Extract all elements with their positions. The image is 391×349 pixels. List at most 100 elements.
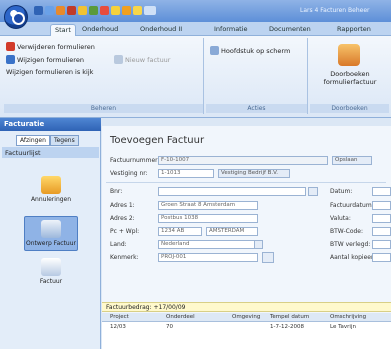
group-acties: Hoofdstuk op scherm Acties bbox=[206, 38, 308, 114]
doorboeken-icon[interactable] bbox=[338, 44, 360, 66]
tab-informatie[interactable]: Informatie bbox=[210, 24, 252, 36]
form-action-button[interactable]: Opslaan bbox=[332, 156, 372, 165]
column-header[interactable]: Tempel datum bbox=[270, 314, 309, 320]
nav-tabs: Afzingen Tegens bbox=[16, 135, 79, 146]
tab-onderhoud-ii[interactable]: Onderhoud II bbox=[136, 24, 186, 36]
view-form-button[interactable]: Wijzigen formulieren is kijk bbox=[6, 68, 93, 76]
tab-rapporten[interactable]: Rapporten bbox=[333, 24, 375, 36]
btwverlegd-field[interactable] bbox=[372, 240, 391, 249]
factuurnummer-field[interactable]: F-10-1007 bbox=[158, 156, 328, 165]
nav-section-factuurlijst[interactable]: Factuurlijst bbox=[2, 147, 99, 158]
factuurdatum-label: Factuurdatum: bbox=[330, 202, 374, 209]
pc-label: Pc + Wpl: bbox=[110, 228, 140, 235]
bnr-field[interactable] bbox=[158, 187, 306, 196]
column-header[interactable]: Project bbox=[110, 314, 129, 320]
land-label: Land: bbox=[110, 241, 127, 248]
folder-icon[interactable] bbox=[111, 6, 120, 15]
new-invoice-label: Nieuw factuur bbox=[125, 55, 171, 64]
nav-item-annuleringen[interactable]: Annuleringen bbox=[24, 176, 78, 203]
tab-start[interactable]: Start bbox=[50, 24, 76, 36]
group-beheren-label: Beheren bbox=[4, 104, 203, 113]
column-header[interactable]: Omschrijving bbox=[330, 314, 366, 320]
form-separator bbox=[106, 182, 386, 183]
ribbon: Verwijderen formulieren Wijzigen formuli… bbox=[0, 36, 391, 118]
table-cell[interactable]: Le Tavrijn bbox=[330, 324, 356, 330]
nav-tab-tegens[interactable]: Tegens bbox=[49, 135, 79, 146]
tab-documenten[interactable]: Documenten bbox=[265, 24, 315, 36]
adres1-field[interactable]: Groen Straat 8 Amsterdam bbox=[158, 201, 258, 210]
edit-icon bbox=[6, 55, 15, 64]
chevron-down-icon[interactable] bbox=[254, 240, 263, 249]
undo-icon[interactable] bbox=[45, 6, 54, 15]
nav-header: Facturatie bbox=[0, 118, 101, 131]
new-invoice-button[interactable]: Nieuw factuur bbox=[114, 55, 170, 64]
dropdown-icon[interactable] bbox=[144, 6, 156, 15]
btwcode-field[interactable] bbox=[372, 227, 391, 236]
vestiging-button[interactable]: Vestiging Bedrijf B.V. bbox=[218, 169, 290, 178]
form-header-bar bbox=[102, 118, 391, 126]
group-doorboeken-label: Doorboeken bbox=[310, 104, 389, 113]
app-window: Lars 4 Facturen Beheer Start Onderhoud O… bbox=[0, 0, 391, 349]
kenmerk-field[interactable]: PROJ-001 bbox=[158, 253, 258, 262]
group-beheren: Verwijderen formulieren Wijzigen formuli… bbox=[4, 38, 204, 114]
valuta-label: Valuta: bbox=[330, 215, 351, 222]
new-icon bbox=[114, 55, 123, 64]
valuta-field[interactable] bbox=[372, 214, 391, 223]
edit-form-button[interactable]: Wijzigen formulieren bbox=[6, 55, 84, 64]
vestiging-field[interactable]: 1-1013 bbox=[158, 169, 214, 178]
hoofdstuk-button[interactable]: Hoofdstuk op scherm bbox=[210, 46, 290, 55]
plaats-field[interactable]: AMSTERDAM bbox=[206, 227, 258, 236]
factuur-icon bbox=[41, 258, 61, 276]
app-menu-orb-icon[interactable] bbox=[4, 5, 28, 29]
delete-form-button[interactable]: Verwijderen formulieren bbox=[6, 42, 95, 51]
settings-icon[interactable] bbox=[100, 6, 109, 15]
nav-item-label: Ontwerp Factuur bbox=[26, 240, 76, 247]
bnr-lookup-button[interactable] bbox=[308, 187, 318, 196]
table-cell[interactable]: 1-7-12-2008 bbox=[270, 324, 304, 330]
nav-tab-afzingen[interactable]: Afzingen bbox=[16, 135, 50, 146]
calendar-icon[interactable] bbox=[262, 252, 274, 263]
factuurnummer-label: Factuurnummer: bbox=[110, 157, 160, 164]
print-icon[interactable] bbox=[67, 6, 76, 15]
delete-form-label: Verwijderen formulieren bbox=[17, 42, 95, 51]
factuurdatum-field[interactable] bbox=[372, 201, 391, 210]
nav-item-label: Annuleringen bbox=[30, 196, 72, 203]
annuleringen-icon bbox=[41, 176, 61, 194]
nav-item-label: Factuur bbox=[39, 278, 63, 285]
adres2-label: Adres 2: bbox=[110, 215, 135, 222]
btwverlegd-label: BTW verlegd: bbox=[330, 241, 371, 248]
star-icon[interactable] bbox=[122, 6, 131, 15]
bnr-label: Bnr: bbox=[110, 188, 123, 195]
mail-icon[interactable] bbox=[78, 6, 87, 15]
invoice-lines-table: Project Onderdeel Omgeving Tempel datum … bbox=[102, 313, 391, 349]
nav-item-ontwerp-factuur[interactable]: Ontwerp Factuur bbox=[24, 216, 78, 251]
hoofdstuk-label: Hoofdstuk op scherm bbox=[221, 46, 291, 55]
ontwerp-factuur-icon bbox=[41, 220, 61, 238]
land-select[interactable]: Nederland bbox=[158, 240, 258, 249]
document-icon[interactable] bbox=[133, 6, 142, 15]
ribbon-tabs: Start Onderhoud Onderhoud II Informatie … bbox=[0, 22, 391, 36]
save-icon[interactable] bbox=[34, 6, 43, 15]
column-header[interactable]: Omgeving bbox=[232, 314, 260, 320]
refresh-icon[interactable] bbox=[89, 6, 98, 15]
table-header: Project Onderdeel Omgeving Tempel datum … bbox=[102, 313, 391, 322]
table-cell[interactable]: 12/03 bbox=[110, 324, 126, 330]
adres2-field[interactable]: Postbus 1038 bbox=[158, 214, 258, 223]
tab-onderhoud[interactable]: Onderhoud bbox=[78, 24, 122, 36]
view-form-label: Wijzigen formulieren is kijk bbox=[6, 68, 94, 76]
aantal-field[interactable] bbox=[372, 253, 391, 262]
pc-field[interactable]: 1234 AB bbox=[158, 227, 202, 236]
window-title: Lars 4 Facturen Beheer bbox=[300, 7, 370, 14]
edit-form-label: Wijzigen formulieren bbox=[17, 55, 84, 64]
adres1-label: Adres 1: bbox=[110, 202, 135, 209]
navigation-pane: Facturatie Afzingen Tegens Factuurlijst … bbox=[0, 118, 101, 349]
vestiging-label: Vestiging nr: bbox=[110, 170, 148, 177]
datum-field[interactable] bbox=[372, 187, 391, 196]
column-header[interactable]: Onderdeel bbox=[166, 314, 195, 320]
nav-item-factuur[interactable]: Factuur bbox=[24, 258, 78, 285]
group-acties-label: Acties bbox=[206, 104, 307, 113]
redo-icon[interactable] bbox=[56, 6, 65, 15]
datum-label: Datum: bbox=[330, 188, 353, 195]
doorboeken-button[interactable]: Doorboeken formulierfactuur bbox=[316, 70, 384, 86]
table-cell[interactable]: 70 bbox=[166, 324, 173, 330]
